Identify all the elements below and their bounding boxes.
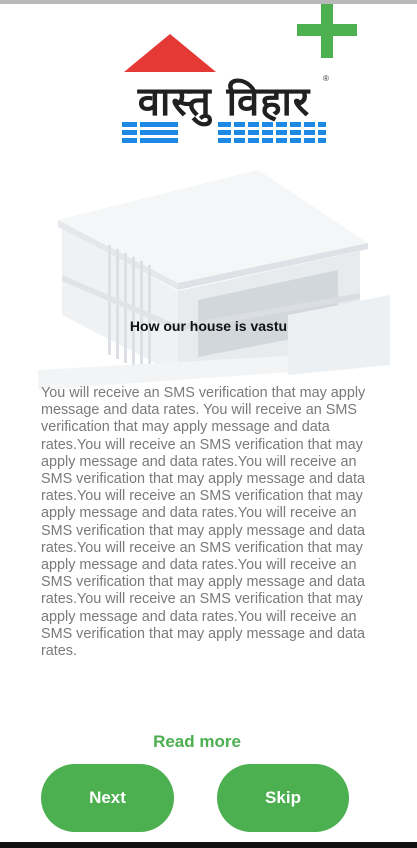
read-more-link[interactable]: Read more — [0, 732, 394, 752]
logo-text: वास्तु विहार — [137, 79, 311, 125]
vastu-vihar-logo: वास्तु विहार ® — [118, 34, 330, 148]
page-title: How our house is vastu — [129, 318, 288, 334]
description-text: You will receive an SMS verification tha… — [41, 385, 366, 660]
next-button[interactable]: Next — [41, 764, 174, 832]
house-illustration — [38, 165, 390, 390]
navigation-bar — [0, 842, 417, 848]
skip-button[interactable]: Skip — [217, 764, 349, 832]
registered-mark: ® — [323, 74, 329, 83]
